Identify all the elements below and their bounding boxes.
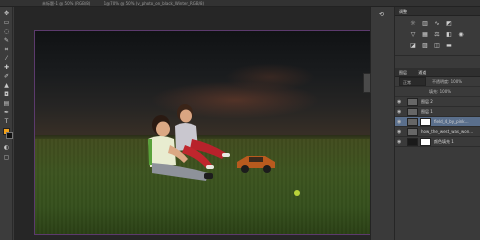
levels-icon[interactable]: ▥ [421,20,429,27]
brush-icon[interactable]: ✐ [2,73,11,80]
adjustments-grid: ☼ ▥ ∿ ◩ ▽ ▦ ⚖ ◧ ◉ ◪ ▨ ◫ ▬ [395,16,480,56]
crop-icon[interactable]: ⌗ [2,46,11,53]
black-white-icon[interactable]: ◧ [445,31,453,38]
layer-name: field_4_by_pink… [434,119,469,124]
toy-car [237,156,275,173]
gradient-icon[interactable]: ▤ [2,100,11,107]
layer-mask-thumbnail[interactable] [420,118,431,126]
layer-mask-thumbnail[interactable] [420,138,431,146]
eye-icon[interactable]: ◉ [397,127,404,137]
eraser-icon[interactable]: ◘ [2,91,11,98]
move-icon[interactable]: ✥ [2,10,11,17]
canvas-area [14,7,384,240]
layer-thumbnail [407,108,418,116]
document-tabs: 未标题-1 @ 50% (RGB/8) 1@70% @ 50% (v_photo… [36,0,210,7]
lasso-icon[interactable]: ◌ [2,28,11,35]
panel-dock: ⟲ [370,7,394,240]
layers-panel-tabs: 图层 通道 [395,68,480,77]
adjustments-panel-tab[interactable]: 调整 [395,7,480,16]
blend-mode-select[interactable]: 正常 [399,77,426,86]
layer-row-selected[interactable]: ◉ field_4_by_pink… [395,117,480,127]
layer-row[interactable]: ◉ 图层 2 [395,97,480,107]
layer-thumbnail [407,128,418,136]
stamp-icon[interactable]: ▲ [2,82,11,89]
layer-thumbnail [407,138,418,146]
healing-icon[interactable]: ✚ [2,64,11,71]
pen-icon[interactable]: ✒ [2,109,11,116]
document-canvas[interactable] [34,30,384,235]
marquee-icon[interactable]: ▭ [2,19,11,26]
document-tab-active[interactable]: 1@70% @ 50% (v_photo_on_black_Winter_RGB… [98,0,210,7]
eye-icon[interactable]: ◉ [397,137,404,147]
channels-tab[interactable]: 通道 [418,70,426,75]
posterize-icon[interactable]: ▨ [421,42,429,49]
tools-panel: ✥ ▭ ◌ ✎ ⌗ ⁄ ✚ ✐ ▲ ◘ ▤ ✒ T ◐ ▢ [0,7,13,240]
photoshop-window: 未标题-1 @ 50% (RGB/8) 1@70% @ 50% (v_photo… [0,0,480,240]
hue-saturation-icon[interactable]: ▦ [421,31,429,38]
exposure-icon[interactable]: ◩ [445,20,453,27]
document-tab-bar: 未标题-1 @ 50% (RGB/8) 1@70% @ 50% (v_photo… [0,0,480,7]
sunset-cloud [225,63,315,91]
type-icon[interactable]: T [2,118,11,125]
layer-controls: 正常 不透明度: 100% [395,77,480,87]
layer-row[interactable]: ◉ how_the_west_was_won… [395,127,480,137]
layer-name: 颜色填充 1 [434,139,454,144]
threshold-icon[interactable]: ◫ [433,42,441,49]
layer-name: how_the_west_was_won… [421,129,474,134]
layer-name: 图层 2 [421,99,433,104]
quick-select-icon[interactable]: ✎ [2,37,11,44]
fill-field[interactable]: 填充: 100% [429,87,451,96]
curves-icon[interactable]: ∿ [433,20,441,27]
quick-mask-icon[interactable]: ◐ [2,144,11,151]
layer-thumbnail [407,118,418,126]
background-color-swatch[interactable] [6,132,13,139]
eye-icon[interactable]: ◉ [397,97,404,107]
brightness-icon[interactable]: ☼ [409,20,417,27]
gradient-map-icon[interactable]: ▬ [445,42,453,49]
invert-icon[interactable]: ◪ [409,42,417,49]
fill-controls: 填充: 100% [395,87,480,97]
eye-icon[interactable]: ◉ [397,117,404,127]
photo-filter-icon[interactable]: ◉ [457,31,465,38]
eyedropper-icon[interactable]: ⁄ [2,55,11,62]
color-balance-icon[interactable]: ⚖ [433,31,441,38]
layer-thumbnail [407,98,418,106]
small-flower [294,190,300,196]
vibrance-icon[interactable]: ▽ [409,31,417,38]
layers-tab[interactable]: 图层 [399,70,407,75]
collapse-panels-button[interactable] [363,73,371,93]
opacity-field[interactable]: 不透明度: 100% [432,77,462,86]
history-icon[interactable]: ⟲ [379,11,387,19]
screen-mode-icon[interactable]: ▢ [2,154,11,161]
layer-row[interactable]: ◉ 颜色填充 1 [395,137,480,147]
right-panels: 调整 ☼ ▥ ∿ ◩ ▽ ▦ ⚖ ◧ ◉ ◪ ▨ ◫ ▬ 图层 通道 正常 不透… [394,7,480,240]
layer-name: 图层 1 [421,109,433,114]
children-figures [148,104,230,181]
eye-icon[interactable]: ◉ [397,107,404,117]
document-tab[interactable]: 未标题-1 @ 50% (RGB/8) [36,0,96,7]
layer-row[interactable]: ◉ 图层 1 [395,107,480,117]
